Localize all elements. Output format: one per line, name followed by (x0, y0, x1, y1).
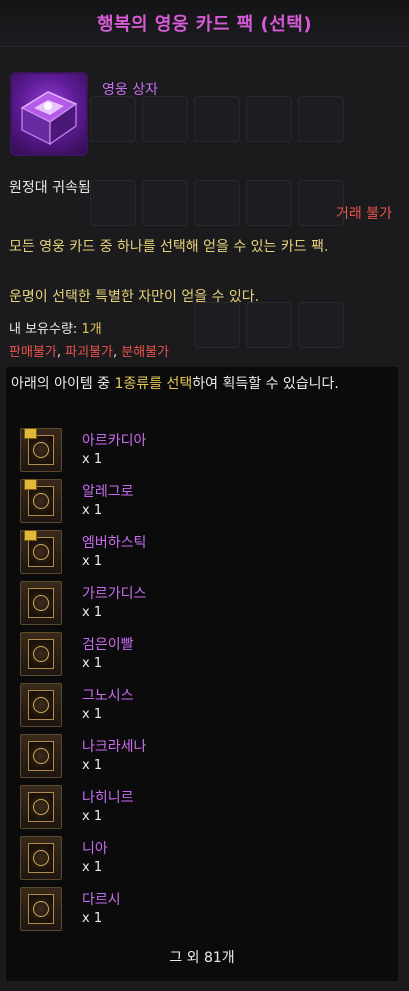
card-icon (20, 836, 62, 880)
intro-text-before: 아래의 아이템 중 (11, 376, 115, 392)
item-name: 그노시스 (82, 688, 134, 704)
card-icon (20, 632, 62, 676)
intro-text-highlight: 1종류를 선택 (114, 376, 193, 392)
item-quantity: x 1 (82, 605, 103, 620)
item-name: 니아 (82, 841, 108, 857)
owned-count: 내 보유수량: 1개 (9, 318, 102, 337)
card-icon (20, 479, 62, 523)
description-line-1: 모든 영웅 카드 중 하나를 선택해 얻을 수 있는 카드 팩. (9, 239, 329, 255)
card-icon (20, 683, 62, 727)
item-name: 나히니르 (82, 790, 134, 806)
selection-intro: 아래의 아이템 중 1종류를 선택하여 획득할 수 있습니다. (11, 373, 393, 395)
owned-number: 1개 (81, 322, 102, 337)
item-quantity: x 1 (82, 707, 103, 722)
background-inventory-ghost (90, 96, 409, 366)
restrictions: 판매불가, 파괴불가, 분해불가 (9, 345, 170, 360)
item-quantity: x 1 (82, 452, 103, 467)
card-icon (20, 581, 62, 625)
list-item[interactable]: 니아 x 1 (20, 836, 390, 880)
bound-status: 원정대 귀속됨 (9, 180, 91, 196)
card-icon (20, 785, 62, 829)
list-item[interactable]: 다르시 x 1 (20, 887, 390, 931)
item-name: 나크라세나 (82, 739, 147, 755)
card-icon (20, 734, 62, 778)
list-item[interactable]: 나크라세나 x 1 (20, 734, 390, 778)
description-line-2: 운명이 선택한 특별한 자만이 얻을 수 있다. (9, 289, 260, 305)
item-name: 다르시 (82, 892, 121, 908)
more-items-text: 그 외 81개 (169, 950, 235, 966)
item-quantity: x 1 (82, 911, 103, 926)
item-name: 검은이빨 (82, 637, 134, 653)
item-name: 엠버하스틱 (82, 535, 147, 551)
item-name: 알레그로 (82, 484, 134, 500)
card-icon (20, 530, 62, 574)
card-icon (20, 428, 62, 472)
restriction-sell: 판매불가 (9, 345, 57, 360)
selection-panel: 아래의 아이템 중 1종류를 선택하여 획득할 수 있습니다. 아르카디아 x … (6, 367, 398, 981)
item-quantity: x 1 (82, 860, 103, 875)
list-item[interactable]: 그노시스 x 1 (20, 683, 390, 727)
restriction-disassemble: 분해불가 (121, 345, 170, 360)
item-quantity: x 1 (82, 656, 103, 671)
flag-icon (24, 530, 37, 541)
item-name: 영웅 상자 (102, 82, 158, 98)
item-quantity: x 1 (82, 809, 103, 824)
card-box-icon (10, 72, 88, 156)
flag-icon (24, 428, 37, 439)
item-quantity: x 1 (82, 503, 103, 518)
list-item[interactable]: 나히니르 x 1 (20, 785, 390, 829)
tooltip-title-bar: 행복의 영웅 카드 팩 (선택) (0, 0, 409, 47)
tooltip-title: 행복의 영웅 카드 팩 (선택) (96, 14, 313, 35)
item-name: 아르카디아 (82, 433, 147, 449)
list-item[interactable]: 알레그로 x 1 (20, 479, 390, 523)
list-item[interactable]: 엠버하스틱 x 1 (20, 530, 390, 574)
list-item[interactable]: 검은이빨 x 1 (20, 632, 390, 676)
card-icon (20, 887, 62, 931)
intro-text-after: 하여 획득할 수 있습니다. (192, 376, 339, 392)
owned-label: 내 보유수량: (9, 322, 82, 337)
list-item[interactable]: 가르가디스 x 1 (20, 581, 390, 625)
restriction-destroy: 파괴불가 (65, 345, 113, 360)
item-name: 가르가디스 (82, 586, 147, 602)
item-quantity: x 1 (82, 758, 103, 773)
trade-status: 거래 불가 (336, 206, 392, 222)
list-item[interactable]: 아르카디아 x 1 (20, 428, 390, 472)
flag-icon (24, 479, 37, 490)
item-quantity: x 1 (82, 554, 103, 569)
